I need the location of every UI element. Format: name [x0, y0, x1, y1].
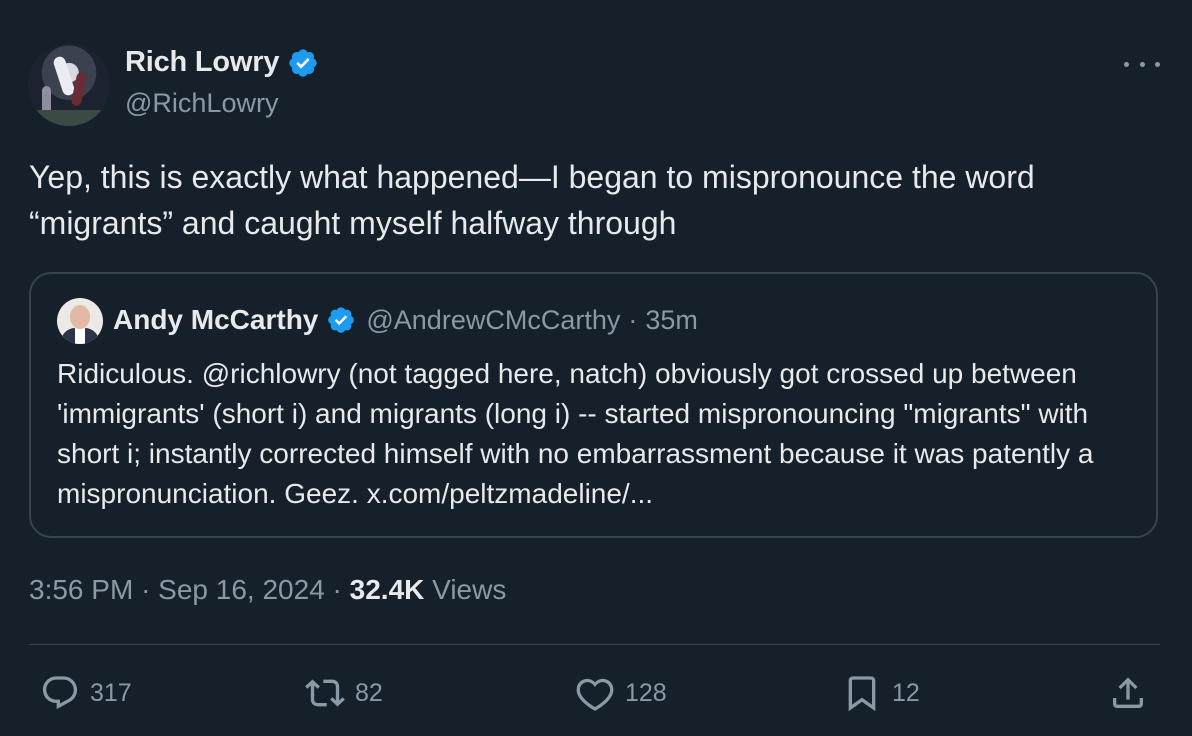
share-button[interactable] — [1108, 670, 1148, 716]
author-display-name[interactable]: Rich Lowry — [125, 46, 280, 79]
quoted-handle[interactable]: @AndrewCMcCarthy — [366, 305, 620, 336]
repost-button[interactable]: 82 — [305, 670, 383, 716]
like-count: 128 — [625, 678, 667, 707]
tweet-time[interactable]: 3:56 PM — [29, 574, 133, 605]
bookmark-button[interactable]: 12 — [842, 670, 920, 716]
tweet-date[interactable]: Sep 16, 2024 — [158, 574, 325, 605]
verified-badge-icon — [289, 48, 317, 77]
author-name-row[interactable]: Rich Lowry — [125, 46, 319, 79]
quoted-tweet[interactable]: Andy McCarthy @AndrewCMcCarthy · 35m Rid… — [29, 272, 1158, 538]
reply-button[interactable]: 317 — [40, 670, 132, 716]
views-label: Views — [432, 574, 507, 605]
meta-separator: · — [141, 574, 151, 605]
repost-icon — [305, 679, 345, 707]
quoted-text: Ridiculous. @richlowry (not tagged here,… — [57, 358, 1094, 509]
reply-icon — [42, 676, 78, 710]
quoted-timestamp[interactable]: 35m — [645, 305, 698, 336]
bookmark-count: 12 — [892, 678, 920, 707]
like-button[interactable]: 128 — [575, 670, 667, 716]
quoted-header: Andy McCarthy @AndrewCMcCarthy · 35m — [113, 304, 698, 336]
repost-count: 82 — [355, 678, 383, 707]
author-handle[interactable]: @RichLowry — [125, 88, 278, 119]
meta-separator: · — [332, 574, 342, 605]
more-horizontal-icon[interactable] — [1124, 52, 1160, 76]
divider — [29, 644, 1160, 645]
views-count: 32.4K — [349, 574, 425, 605]
author-avatar[interactable] — [28, 44, 110, 126]
tweet-meta: 3:56 PM · Sep 16, 2024 · 32.4K Views — [29, 574, 506, 606]
bookmark-icon — [848, 676, 876, 712]
quoted-author-avatar[interactable] — [57, 298, 103, 344]
quoted-separator: · — [628, 304, 638, 335]
share-icon — [1113, 677, 1143, 708]
reply-count: 317 — [90, 678, 132, 707]
heart-icon — [576, 678, 614, 711]
quoted-display-name[interactable]: Andy McCarthy — [113, 304, 318, 336]
verified-badge-icon — [328, 307, 355, 333]
tweet-text: Yep, this is exactly what happened—I beg… — [29, 159, 1035, 241]
